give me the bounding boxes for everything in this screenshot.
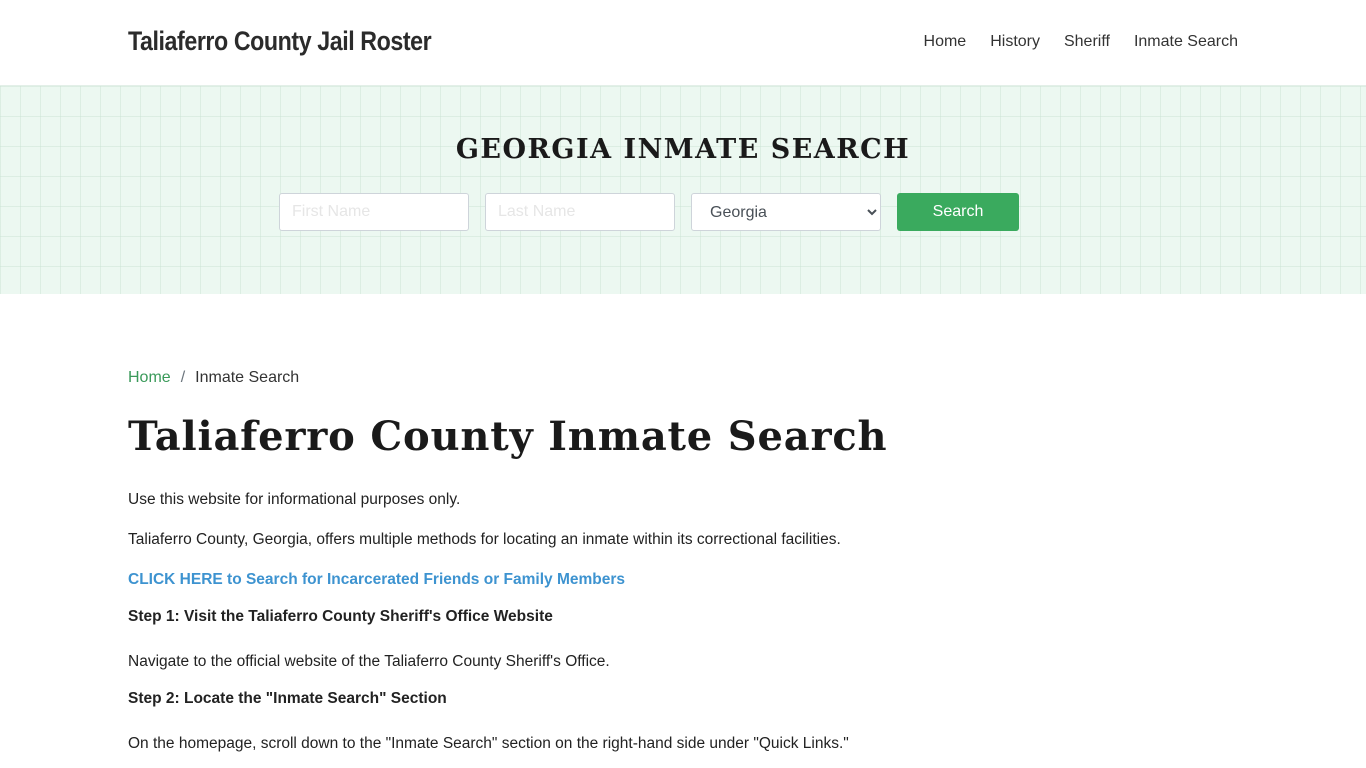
step-2-text: On the homepage, scroll down to the "Inm… [128, 735, 849, 753]
step-1-heading: Step 1: Visit the Taliaferro County Sher… [128, 607, 553, 625]
search-hero: GEORGIA INMATE SEARCH Georgia Search [0, 85, 1366, 294]
step-2-heading: Step 2: Locate the "Inmate Search" Secti… [128, 690, 447, 708]
nav-history[interactable]: History [990, 33, 1040, 51]
nav-home[interactable]: Home [924, 33, 967, 51]
search-incarcerated-link[interactable]: CLICK HERE to Search for Incarcerated Fr… [128, 571, 1238, 589]
page-title: Taliaferro County Inmate Search [128, 413, 888, 460]
disclaimer-text: Use this website for informational purpo… [128, 491, 461, 508]
breadcrumb: Home / Inmate Search [128, 369, 1238, 387]
search-button[interactable]: Search [897, 193, 1019, 231]
breadcrumb-separator: / [180, 369, 186, 386]
first-name-input[interactable] [279, 193, 469, 231]
last-name-input[interactable] [485, 193, 675, 231]
main-nav: Home History Sheriff Inmate Search [924, 33, 1238, 51]
hero-title: GEORGIA INMATE SEARCH [455, 134, 911, 165]
breadcrumb-current: Inmate Search [195, 369, 300, 386]
intro-text: Taliaferro County, Georgia, offers multi… [128, 531, 841, 549]
step-1-text: Navigate to the official website of the … [128, 652, 610, 670]
main-content: Home / Inmate Search Taliaferro County I… [128, 294, 1238, 754]
inmate-search-form: Georgia Search [279, 193, 1019, 231]
site-brand[interactable]: Taliaferro County Jail Roster [128, 26, 432, 57]
nav-inmate-search[interactable]: Inmate Search [1134, 33, 1238, 51]
site-header: Taliaferro County Jail Roster Home Histo… [0, 0, 1366, 85]
breadcrumb-home[interactable]: Home [128, 369, 171, 387]
state-select[interactable]: Georgia [691, 193, 881, 231]
nav-sheriff[interactable]: Sheriff [1064, 33, 1110, 51]
